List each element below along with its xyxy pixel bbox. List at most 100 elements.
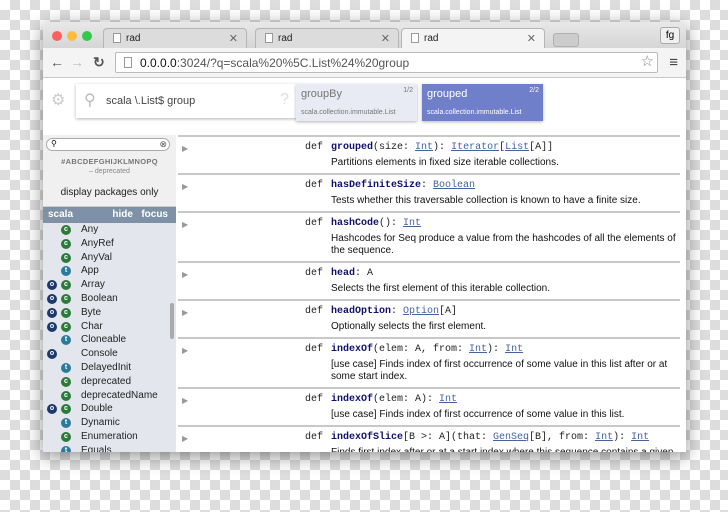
member-name[interactable]: indexOf xyxy=(331,344,373,355)
list-item-label: Cloneable xyxy=(81,334,127,346)
display-packages-only-link[interactable]: display packages only xyxy=(43,187,176,198)
forward-arrow-icon[interactable]: → xyxy=(70,54,84,70)
list-item[interactable]: t Cloneable xyxy=(43,333,176,347)
browser-tab-active[interactable]: rad ✕ xyxy=(401,28,545,48)
list-item[interactable]: o c Array xyxy=(43,278,176,292)
member-row[interactable]: ▶ def headOption: Option[A] Optionally sele… xyxy=(178,299,680,337)
member-signature: def hashCode(): Int xyxy=(305,218,680,229)
page-icon xyxy=(411,33,419,43)
browser-tab[interactable]: rad ✕ xyxy=(103,28,247,48)
url-input[interactable]: 0.0.0.0:3024/?q=scala%20%5C.List%24%20gr… xyxy=(115,52,658,73)
list-item[interactable]: o c Byte xyxy=(43,306,176,320)
close-tab-icon[interactable]: ✕ xyxy=(229,32,238,45)
list-item[interactable]: c deprecated xyxy=(43,375,176,389)
search-input[interactable]: ⚲ scala \.List$ group? xyxy=(76,84,297,118)
new-tab-button[interactable] xyxy=(553,33,579,47)
member-name[interactable]: hasDefiniteSize xyxy=(331,180,421,191)
type-link[interactable]: GenSeq xyxy=(493,432,529,443)
type-link[interactable]: Int xyxy=(595,432,613,443)
list-item[interactable]: t Equals xyxy=(43,444,176,452)
list-item[interactable]: o c Char xyxy=(43,320,176,334)
help-icon[interactable]: ? xyxy=(280,91,289,109)
type-link[interactable]: List xyxy=(505,142,529,153)
back-arrow-icon[interactable]: ← xyxy=(50,54,64,70)
expand-arrow-icon[interactable]: ▶ xyxy=(182,346,188,355)
type-link[interactable]: Int xyxy=(403,218,421,229)
type-link[interactable]: Int xyxy=(469,344,487,355)
close-window-button[interactable] xyxy=(52,31,62,41)
member-row[interactable]: ▶ def indexOfSlice[B >: A](that: GenSeq[B]… xyxy=(178,425,680,452)
expand-arrow-icon[interactable]: ▶ xyxy=(182,270,188,279)
deprecated-link[interactable]: – deprecated xyxy=(43,168,176,175)
search-result-groupby[interactable]: groupBy 1/2 scala.collection.immutable.Lis… xyxy=(296,84,417,121)
package-header: scala hide focus xyxy=(43,207,176,223)
close-tab-icon[interactable]: ✕ xyxy=(527,32,536,45)
member-name[interactable]: indexOf xyxy=(331,394,373,405)
focus-link[interactable]: focus xyxy=(141,209,168,220)
expand-arrow-icon[interactable]: ▶ xyxy=(182,144,188,153)
signature-text: ): xyxy=(433,142,452,153)
class-icon: c xyxy=(61,252,71,263)
bookmark-star-icon[interactable]: ☆ xyxy=(641,52,654,70)
type-link[interactable]: Int xyxy=(439,394,457,405)
member-row[interactable]: ▶ def hashCode(): Int Hashcodes for Seq pro… xyxy=(178,211,680,261)
list-item[interactable]: o c Double xyxy=(43,402,176,416)
expand-arrow-icon[interactable]: ▶ xyxy=(182,182,188,191)
type-link[interactable]: Int xyxy=(415,142,433,153)
settings-gear-icon[interactable]: ⚙ xyxy=(51,90,65,110)
browser-tab[interactable]: rad ✕ xyxy=(255,28,399,48)
list-item[interactable]: t DelayedInit xyxy=(43,361,176,375)
type-link[interactable]: Int xyxy=(631,432,649,443)
expand-arrow-icon[interactable]: ▶ xyxy=(182,434,188,443)
list-item-label: Console xyxy=(81,348,118,360)
expand-arrow-icon[interactable]: ▶ xyxy=(182,308,188,317)
type-link[interactable]: Iterator xyxy=(451,142,499,153)
type-link[interactable]: Option xyxy=(403,306,439,317)
expand-arrow-icon[interactable]: ▶ xyxy=(182,220,188,229)
list-item-label: App xyxy=(81,265,99,277)
list-item[interactable]: c AnyVal xyxy=(43,251,176,265)
alphabet-index[interactable]: #ABCDEFGHIJKLMNOPQ xyxy=(43,157,176,166)
list-item[interactable]: t App xyxy=(43,264,176,278)
member-name[interactable]: headOption xyxy=(331,306,391,317)
expand-arrow-icon[interactable]: ▶ xyxy=(182,396,188,405)
object-icon: o xyxy=(47,321,57,332)
list-item[interactable]: c Enumeration xyxy=(43,430,176,444)
member-signature: def hasDefiniteSize: Boolean xyxy=(305,180,680,191)
list-item[interactable]: c Any xyxy=(43,223,176,237)
member-row[interactable]: ▶ def head: A Selects the first element of … xyxy=(178,261,680,299)
member-row[interactable]: ▶ def grouped(size: Int): Iterator[List[A]… xyxy=(178,135,680,173)
list-item[interactable]: t Dynamic xyxy=(43,416,176,430)
page-icon xyxy=(265,33,273,43)
close-tab-icon[interactable]: ✕ xyxy=(381,32,390,45)
member-row[interactable]: ▶ def indexOf(elem: A): Int [use case] Find… xyxy=(178,387,680,425)
member-name[interactable]: indexOfSlice xyxy=(331,432,403,443)
list-item[interactable]: o c Boolean xyxy=(43,292,176,306)
member-name[interactable]: grouped xyxy=(331,142,373,153)
search-result-grouped[interactable]: grouped 2/2 scala.collection.immutable.Lis… xyxy=(422,84,543,121)
list-item-label: Equals xyxy=(81,444,112,452)
list-item[interactable]: c AnyRef xyxy=(43,237,176,251)
object-icon: o xyxy=(47,307,57,318)
profile-button[interactable]: fg xyxy=(660,27,680,44)
hide-link[interactable]: hide xyxy=(112,209,133,220)
clear-icon[interactable]: ⊗ xyxy=(159,139,167,150)
menu-icon[interactable]: ≡ xyxy=(669,54,678,71)
member-row[interactable]: ▶ def indexOf(elem: A, from: Int): Int [use… xyxy=(178,337,680,387)
type-link[interactable]: Boolean xyxy=(433,180,475,191)
list-item-label: Boolean xyxy=(81,292,118,304)
member-name[interactable]: hashCode xyxy=(331,218,379,229)
maximize-window-button[interactable] xyxy=(82,31,92,41)
member-row[interactable]: ▶ def hasDefiniteSize: Boolean Tests whethe… xyxy=(178,173,680,211)
minimize-window-button[interactable] xyxy=(67,31,77,41)
member-description: [use case] Finds index of first occurren… xyxy=(331,409,625,420)
list-item[interactable]: o Console xyxy=(43,347,176,361)
list-item-label: DelayedInit xyxy=(81,361,132,373)
member-name[interactable]: head xyxy=(331,268,355,279)
reload-icon[interactable]: ↻ xyxy=(93,54,105,71)
scrollbar[interactable] xyxy=(170,303,174,339)
signature-text: (size: xyxy=(373,142,416,153)
type-link[interactable]: Int xyxy=(505,344,523,355)
list-item[interactable]: c deprecatedName xyxy=(43,389,176,403)
filter-input[interactable]: ⚲ ⊗ xyxy=(46,138,170,151)
